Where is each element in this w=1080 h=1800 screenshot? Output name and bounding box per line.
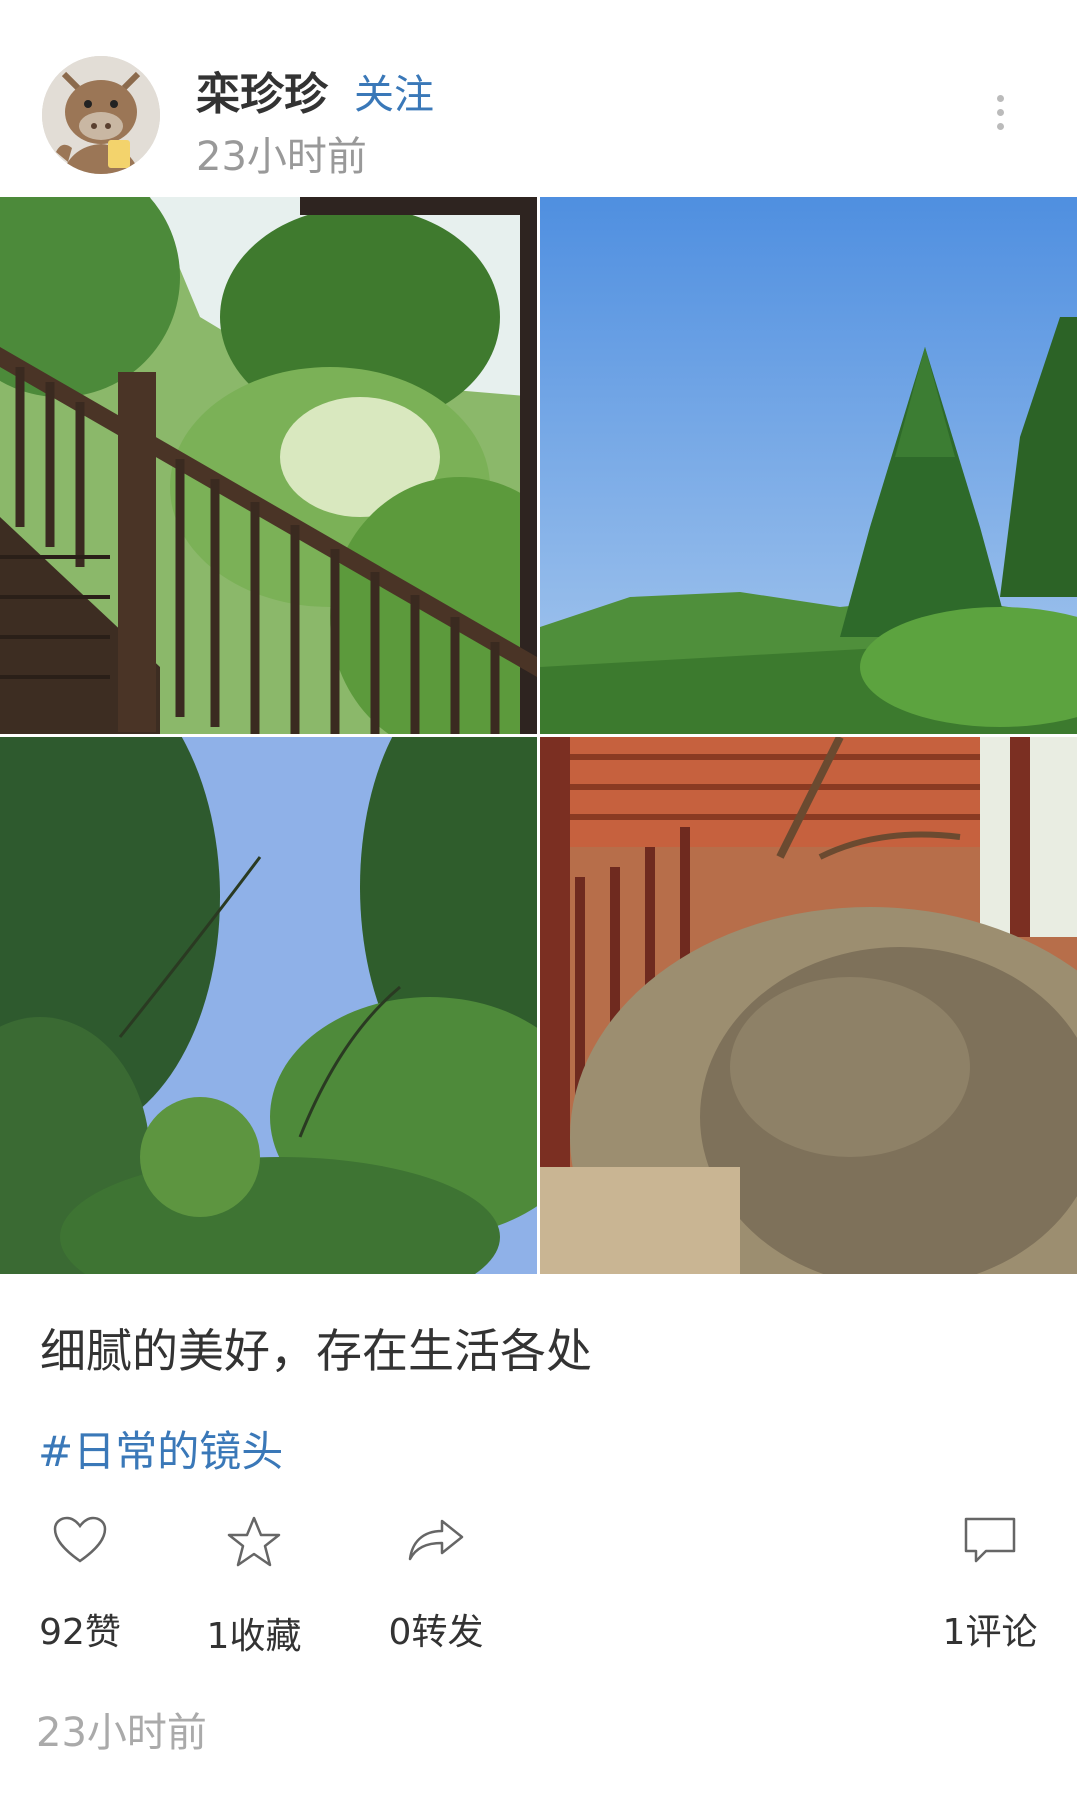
like-count: 92赞 [39,1612,121,1653]
more-vertical-icon[interactable] [985,95,1015,140]
star-icon [227,1516,281,1567]
share-button[interactable]: 0转发 [356,1515,516,1655]
comment-count: 1评论 [942,1612,1038,1653]
post-caption: 细腻的美好，存在生活各处 [40,1324,592,1378]
topic-tag-link[interactable]: #日常的镜头 [38,1418,283,1479]
post-time: 23小时前 [196,134,367,180]
photo-grid [0,197,1080,1275]
favorite-count: 1收藏 [206,1616,302,1657]
post-time-bottom: 23小时前 [36,1710,207,1756]
photo-pine-sky[interactable] [540,197,1077,734]
photo-tree-trunk[interactable] [540,737,1077,1274]
comment-icon [964,1517,1016,1563]
photo-canopy[interactable] [0,737,537,1274]
like-button[interactable]: 92赞 [0,1515,160,1655]
heart-icon [53,1516,107,1563]
cow-avatar-icon [42,56,160,174]
share-icon [408,1519,464,1561]
post-header: 栾珍珍 关注 23小时前 [0,0,1080,195]
share-count: 0转发 [388,1612,484,1653]
author-name[interactable]: 栾珍珍 [196,58,328,122]
avatar[interactable] [42,56,160,174]
comment-button[interactable]: 1评论 [910,1515,1070,1655]
favorite-button[interactable]: 1收藏 [174,1515,334,1659]
follow-button[interactable]: 关注 [354,62,434,120]
photo-staircase[interactable] [0,197,537,734]
